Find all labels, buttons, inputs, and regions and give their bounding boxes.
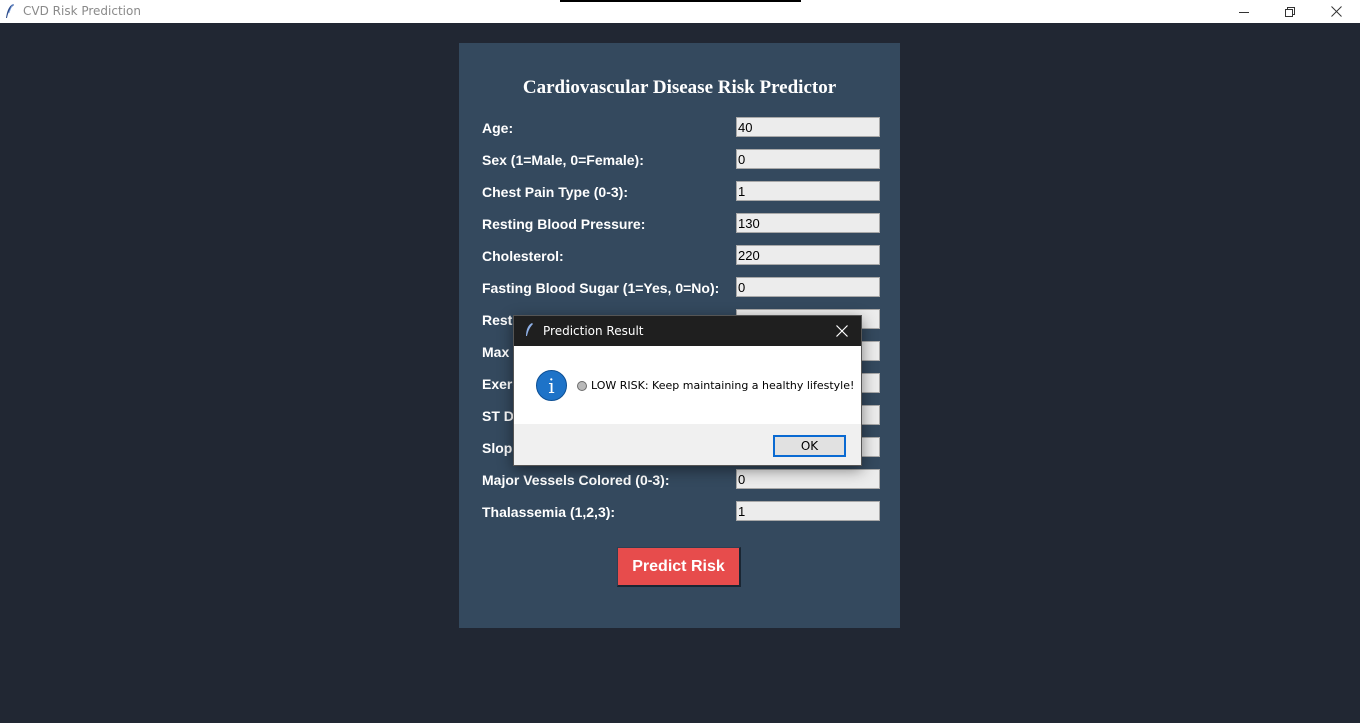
restore-button[interactable]: [1267, 0, 1313, 23]
dialog-footer: OK: [514, 424, 861, 465]
dialog-body: i LOW RISK: Keep maintaining a healthy l…: [514, 346, 861, 424]
resting-bp-input[interactable]: [736, 213, 880, 233]
close-button[interactable]: [1313, 0, 1359, 23]
age-label: Age:: [482, 120, 514, 136]
feather-icon: [526, 323, 533, 336]
cholesterol-label: Cholesterol:: [482, 248, 564, 264]
resting-ecg-label: Resti: [482, 312, 517, 328]
info-icon: i: [536, 370, 567, 401]
close-icon: [1330, 6, 1342, 17]
max-heart-rate-label: Max: [482, 344, 510, 360]
chest-pain-input[interactable]: [736, 181, 880, 201]
restore-icon: [1285, 6, 1295, 17]
major-vessels-input[interactable]: [736, 469, 880, 489]
age-input[interactable]: [736, 117, 880, 137]
chest-pain-label: Chest Pain Type (0-3):: [482, 184, 628, 200]
window-title: CVD Risk Prediction: [23, 4, 141, 18]
slope-label: Slop: [482, 440, 513, 456]
fasting-blood-sugar-label: Fasting Blood Sugar (1=Yes, 0=No):: [482, 280, 720, 296]
page-title: Cardiovascular Disease Risk Predictor: [522, 77, 837, 98]
major-vessels-label: Major Vessels Colored (0-3):: [482, 472, 670, 488]
resting-bp-label: Resting Blood Pressure:: [482, 216, 646, 232]
predict-risk-button[interactable]: Predict Risk: [617, 547, 741, 587]
dialog-title: Prediction Result: [543, 324, 644, 338]
titlebar-accent-line: [560, 0, 801, 2]
dialog-titlebar: Prediction Result: [514, 316, 861, 346]
thalassemia-input[interactable]: [736, 501, 880, 521]
sex-input[interactable]: [736, 149, 880, 169]
dialog-message: LOW RISK: Keep maintaining a healthy lif…: [577, 379, 854, 392]
cholesterol-input[interactable]: [736, 245, 880, 265]
fasting-blood-sugar-input[interactable]: [736, 277, 880, 297]
dialog-close-button[interactable]: [830, 320, 854, 342]
st-depression-label: ST D: [482, 408, 514, 424]
prediction-result-dialog: Prediction Result i LOW RISK: Keep maint…: [513, 315, 862, 466]
minimize-button[interactable]: [1221, 0, 1267, 23]
feather-icon: [6, 4, 14, 18]
sex-label: Sex (1=Male, 0=Female):: [482, 152, 644, 168]
ok-button[interactable]: OK: [773, 435, 846, 457]
minimize-icon: [1239, 11, 1249, 13]
status-indicator-icon: [577, 380, 587, 391]
thalassemia-label: Thalassemia (1,2,3):: [482, 504, 616, 520]
close-icon: [836, 325, 848, 337]
window-titlebar: CVD Risk Prediction: [0, 0, 1360, 23]
dialog-message-text: LOW RISK: Keep maintaining a healthy lif…: [591, 379, 855, 392]
